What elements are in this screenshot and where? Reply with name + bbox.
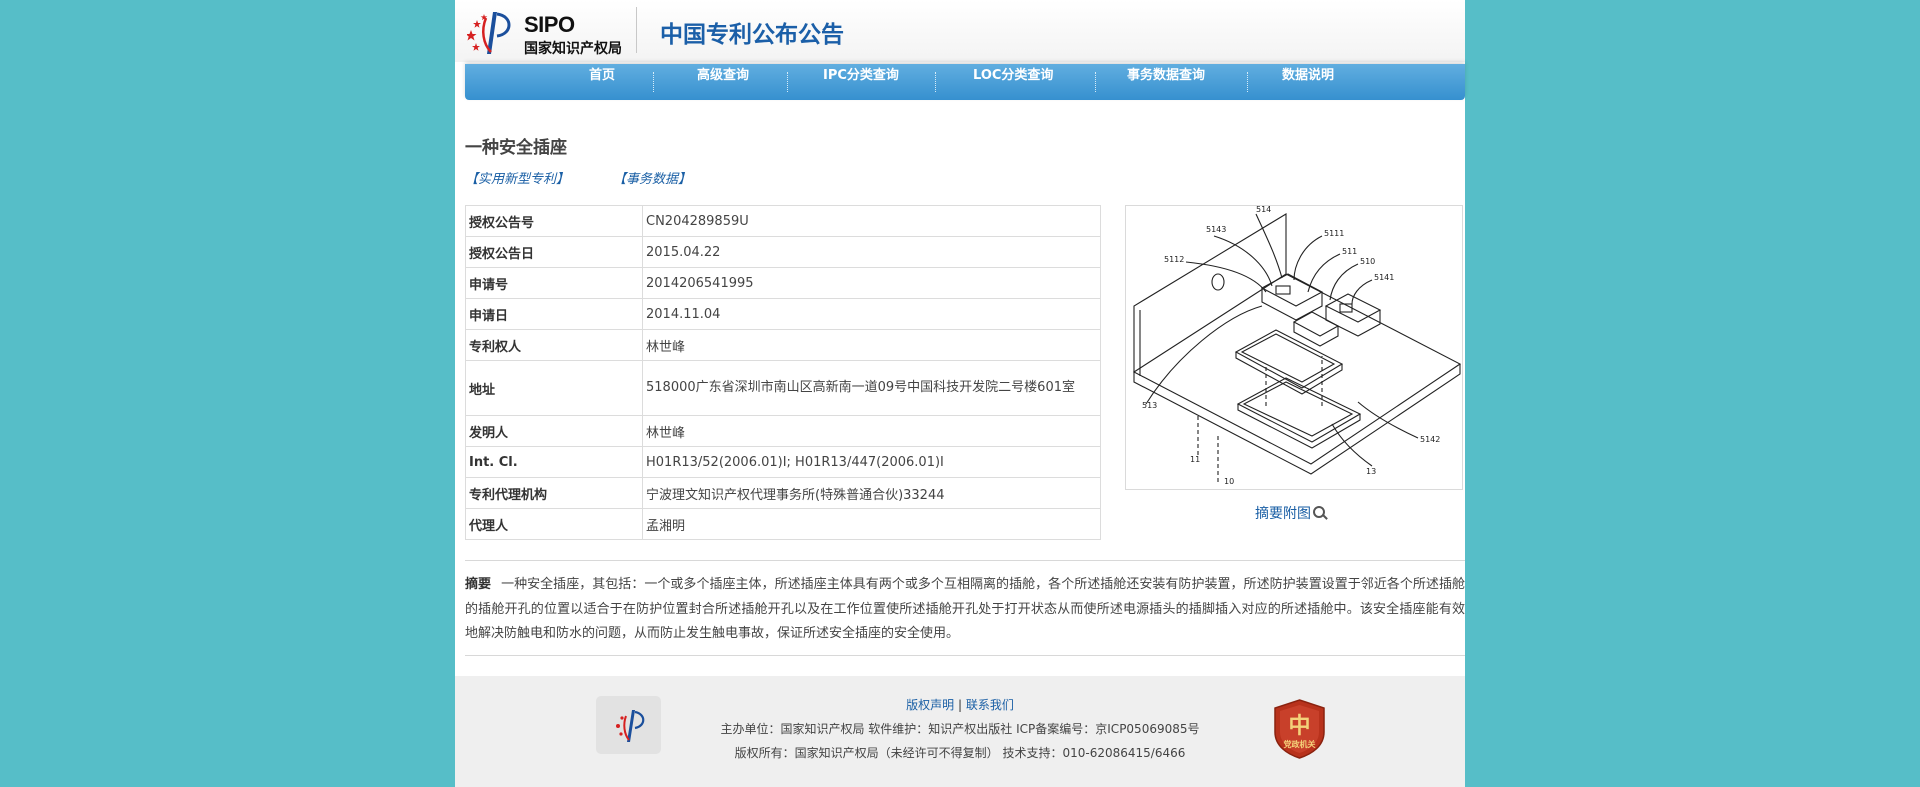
field-value: 宁波理文知识产权代理事务所(特殊普通合伙)33244: [642, 477, 1101, 509]
nav-separator: [787, 72, 788, 92]
table-row: 授权公告日 2015.04.22: [465, 236, 1101, 268]
figure-label: 5111: [1324, 229, 1344, 238]
figure-label: 511: [1342, 247, 1357, 256]
socket-drawing-icon: 514 5143 5111 511 510 5112 5141 513 11 1…: [1132, 205, 1462, 486]
field-label: 专利权人: [465, 329, 643, 361]
figure-label: 513: [1142, 401, 1157, 410]
abstract-label: 摘要: [465, 577, 492, 592]
nav-separator: [653, 72, 654, 92]
abstract-text: 一种安全插座，其包括：一个或多个插座主体，所述插座主体具有两个或多个互相隔离的插…: [465, 577, 1465, 641]
logo-subtext: 国家知识产权局: [524, 41, 622, 57]
table-row: Int. Cl. H01R13/52(2006.01)I; H01R13/447(…: [465, 446, 1101, 478]
patent-type-link[interactable]: 【实用新型专利】: [465, 168, 569, 187]
nav-separator: [1247, 72, 1248, 92]
patent-info-table: 授权公告号 CN204289859U 授权公告日 2015.04.22 申请号 201…: [465, 205, 1101, 540]
abstract-figure[interactable]: 514 5143 5111 511 510 5112 5141 513 11 1…: [1125, 205, 1463, 490]
site-title: 中国专利公布公告: [660, 22, 844, 48]
party-gov-badge-icon: 中 党政机关: [1274, 699, 1325, 759]
nav-item-advanced-search[interactable]: 高级查询: [697, 64, 749, 100]
patent-title: 一种安全插座: [465, 138, 567, 158]
header-divider: [636, 7, 637, 53]
figure-label: 5112: [1164, 255, 1184, 264]
copyright-link[interactable]: 版权声明: [906, 698, 954, 712]
divider: [465, 655, 1465, 656]
field-label: 授权公告号: [465, 205, 643, 237]
figure-label: 5141: [1374, 273, 1394, 282]
abstract-image-link[interactable]: 摘要附图: [1255, 503, 1327, 523]
nav-item-data-info[interactable]: 数据说明: [1282, 64, 1334, 100]
contact-link[interactable]: 联系我们: [966, 698, 1014, 712]
sipo-emblem-icon: [467, 12, 511, 54]
magnifier-icon: [1313, 506, 1327, 520]
field-value: 2015.04.22: [642, 236, 1101, 268]
nav-item-transaction-search[interactable]: 事务数据查询: [1127, 64, 1205, 100]
table-row: 专利代理机构 宁波理文知识产权代理事务所(特殊普通合伙)33244: [465, 477, 1101, 509]
government-badge[interactable]: 中 党政机关: [1272, 698, 1327, 760]
field-label: 授权公告日: [465, 236, 643, 268]
field-value: CN204289859U: [642, 205, 1101, 237]
site-header: SIPO 国家知识产权局 中国专利公布公告: [455, 0, 1465, 62]
divider: [465, 560, 1465, 561]
nav-separator: [1095, 72, 1096, 92]
nav-item-loc-search[interactable]: LOC分类查询: [973, 64, 1053, 100]
field-label: 发明人: [465, 415, 643, 447]
table-row: 专利权人 林世峰: [465, 329, 1101, 361]
nav-item-ipc-search[interactable]: IPC分类查询: [823, 64, 899, 100]
field-value: 518000广东省深圳市南山区高新南一道09号中国科技开发院二号楼601室: [642, 360, 1101, 416]
abstract-image-link-label: 摘要附图: [1255, 506, 1311, 522]
svg-text:中: 中: [1288, 713, 1310, 739]
page: SIPO 国家知识产权局 中国专利公布公告 首页 高级查询 IPC分类查询 LO…: [455, 0, 1465, 787]
table-row: 授权公告号 CN204289859U: [465, 205, 1101, 237]
field-value: 孟湘明: [642, 508, 1101, 540]
field-value: 林世峰: [642, 329, 1101, 361]
field-value: 2014206541995: [642, 267, 1101, 299]
field-label: 代理人: [465, 508, 643, 540]
table-row: 申请号 2014206541995: [465, 267, 1101, 299]
transaction-data-link[interactable]: 【事务数据】: [613, 168, 691, 187]
field-label: 申请日: [465, 298, 643, 330]
site-footer: 版权声明 | 联系我们 主办单位：国家知识产权局 软件维护：知识产权出版社 IC…: [455, 676, 1465, 787]
figure-label: 5142: [1420, 435, 1440, 444]
field-value: 林世峰: [642, 415, 1101, 447]
figure-label: 5143: [1206, 225, 1226, 234]
figure-label: 11: [1190, 455, 1200, 464]
footer-link-separator: |: [957, 698, 963, 712]
abstract-section: 摘要 一种安全插座，其包括：一个或多个插座主体，所述插座主体具有两个或多个互相隔离…: [465, 573, 1465, 647]
field-value: H01R13/52(2006.01)I; H01R13/447(2006.01)…: [642, 446, 1101, 478]
table-row: 地址 518000广东省深圳市南山区高新南一道09号中国科技开发院二号楼601室: [465, 360, 1101, 416]
badge-text: 党政机关: [1284, 739, 1316, 749]
field-label: 申请号: [465, 267, 643, 299]
table-row: 申请日 2014.11.04: [465, 298, 1101, 330]
nav-item-home[interactable]: 首页: [589, 64, 615, 100]
table-row: 发明人 林世峰: [465, 415, 1101, 447]
figure-label: 10: [1224, 477, 1234, 486]
nav-separator: [935, 72, 936, 92]
figure-label: 13: [1366, 467, 1376, 476]
figure-label: 514: [1256, 206, 1271, 214]
field-label: 地址: [465, 360, 643, 416]
table-row: 代理人 孟湘明: [465, 508, 1101, 540]
field-label: Int. Cl.: [465, 446, 643, 478]
field-label: 专利代理机构: [465, 477, 643, 509]
figure-label: 510: [1360, 257, 1375, 266]
logo-text: SIPO: [524, 12, 575, 37]
main-nav: 首页 高级查询 IPC分类查询 LOC分类查询 事务数据查询 数据说明: [465, 64, 1465, 100]
sipo-logo[interactable]: SIPO 国家知识产权局: [467, 6, 632, 57]
field-value: 2014.11.04: [642, 298, 1101, 330]
